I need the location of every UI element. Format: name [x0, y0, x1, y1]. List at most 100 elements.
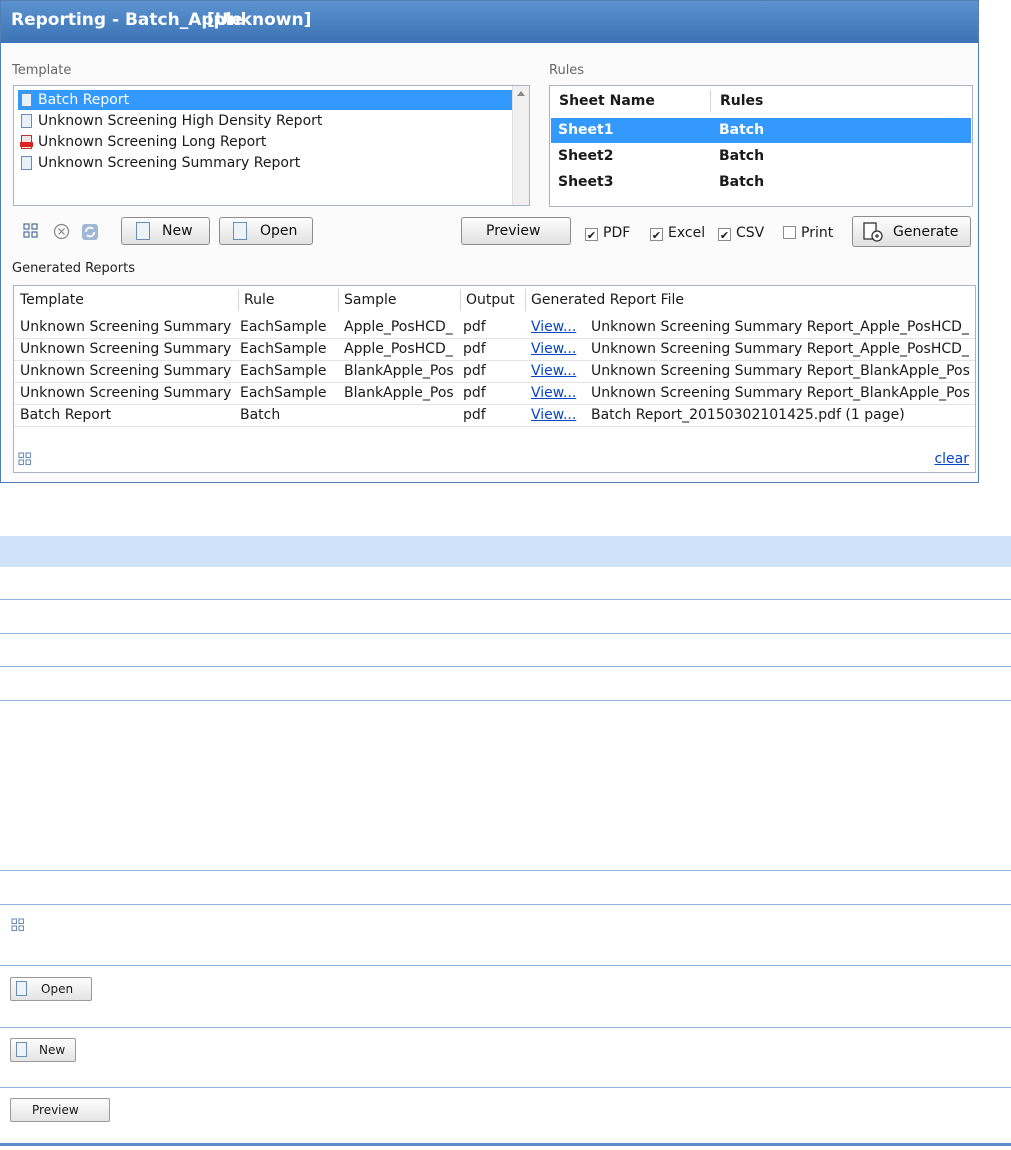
col-sample[interactable]: Sample	[344, 286, 397, 314]
generated-reports-label: Generated Reports	[12, 261, 135, 276]
template-item-high-density[interactable]: Unknown Screening High Density Report	[18, 111, 322, 131]
rules-cell-sheet: Sheet2	[558, 148, 614, 164]
template-item-batch-report[interactable]: Batch Report	[18, 90, 528, 110]
cell-sample: BlankApple_Pos	[344, 363, 454, 379]
pdf-icon	[20, 135, 33, 149]
cell-output: pdf	[463, 385, 486, 401]
template-item-label: Unknown Screening Summary Report	[38, 155, 301, 171]
view-link[interactable]: View...	[531, 383, 576, 404]
rules-cell-rule: Batch	[719, 148, 765, 164]
open-template-button[interactable]: Open	[219, 217, 313, 245]
template-item-label: Unknown Screening Long Report	[38, 134, 267, 150]
column-chooser-icon[interactable]	[23, 223, 39, 243]
table-row-divider	[0, 965, 1011, 966]
rules-col-sheet-name[interactable]: Sheet Name	[559, 86, 655, 116]
new-button-label: New	[162, 223, 193, 239]
generate-button[interactable]: Generate	[852, 216, 971, 247]
report-row[interactable]: Unknown Screening Summary EachSample App…	[14, 339, 975, 361]
cell-rule: Batch	[240, 407, 281, 423]
report-template-icon	[21, 93, 32, 107]
csv-checkbox[interactable]: ✔ CSV	[718, 223, 764, 243]
open-button-sample[interactable]: Open	[10, 977, 92, 1001]
template-list-scrollbar[interactable]	[512, 86, 529, 205]
open-button-sample-label: Open	[41, 982, 74, 996]
rules-cell-rule: Batch	[719, 122, 765, 138]
col-generated-file[interactable]: Generated Report File	[531, 286, 684, 314]
report-row[interactable]: Unknown Screening Summary EachSample Bla…	[14, 383, 975, 405]
table-row-divider	[0, 870, 1011, 871]
col-template[interactable]: Template	[20, 286, 84, 314]
view-link[interactable]: View...	[531, 339, 576, 360]
delete-icon[interactable]	[53, 223, 70, 244]
checkbox-box[interactable]: ✔	[650, 228, 663, 242]
cell-sample: Apple_PosHCD_	[344, 319, 453, 335]
template-item-label: Unknown Screening High Density Report	[38, 113, 323, 129]
table-row-divider	[0, 700, 1011, 701]
preview-button-sample[interactable]: Preview	[10, 1098, 110, 1122]
table-row-divider	[0, 599, 1011, 600]
refresh-icon[interactable]	[81, 223, 99, 245]
template-item-long-report[interactable]: Unknown Screening Long Report	[18, 132, 266, 152]
report-template-icon	[21, 114, 32, 128]
pdf-checkbox-label: PDF	[603, 225, 631, 241]
new-template-button[interactable]: New	[121, 217, 210, 245]
view-link[interactable]: View...	[531, 361, 576, 382]
rules-col-rules[interactable]: Rules	[720, 86, 763, 116]
cell-rule: EachSample	[240, 363, 327, 379]
cell-output: pdf	[463, 341, 486, 357]
cell-file: Batch Report_20150302101425.pdf (1 page)	[591, 407, 905, 423]
scroll-up-arrow-icon[interactable]	[517, 91, 525, 96]
report-template-icon	[21, 156, 32, 170]
new-document-icon	[16, 1042, 27, 1057]
new-button-sample[interactable]: New	[10, 1038, 76, 1062]
table-header-band	[0, 536, 1011, 567]
pdf-checkbox[interactable]: ✔ PDF	[585, 223, 630, 243]
column-divider	[338, 289, 339, 311]
column-chooser-icon	[11, 917, 25, 936]
template-list[interactable]: Batch Report Unknown Screening High Dens…	[13, 85, 530, 206]
column-divider	[460, 289, 461, 311]
open-document-icon	[16, 981, 27, 996]
cell-file: Unknown Screening Summary Report_BlankAp…	[591, 363, 970, 379]
rules-row[interactable]: Sheet1 Batch	[551, 118, 971, 143]
column-divider	[525, 289, 526, 311]
generated-reports-grid[interactable]: Template Rule Sample Output Generated Re…	[13, 285, 976, 473]
open-button-label: Open	[260, 223, 298, 239]
cell-template: Unknown Screening Summary	[20, 319, 232, 335]
clear-link[interactable]: clear	[934, 451, 969, 467]
col-rule[interactable]: Rule	[244, 286, 274, 314]
cell-template: Unknown Screening Summary	[20, 341, 232, 357]
report-row[interactable]: Batch Report Batch pdf View... Batch Rep…	[14, 405, 975, 427]
title-bar: Reporting - Batch_Apple [Unknown]	[1, 1, 978, 43]
table-bottom-border	[0, 1143, 1011, 1146]
report-row[interactable]: Unknown Screening Summary EachSample Bla…	[14, 361, 975, 383]
rules-row[interactable]: Sheet3 Batch	[551, 170, 971, 195]
generate-icon	[863, 222, 883, 246]
view-link[interactable]: View...	[531, 405, 576, 426]
excel-checkbox[interactable]: ✔ Excel	[650, 223, 705, 243]
grid-column-chooser-icon[interactable]	[18, 451, 32, 470]
cell-sample: Apple_PosHCD_	[344, 341, 453, 357]
report-row[interactable]: Unknown Screening Summary EachSample App…	[14, 317, 975, 339]
rules-row[interactable]: Sheet2 Batch	[551, 144, 971, 169]
template-item-summary-report[interactable]: Unknown Screening Summary Report	[18, 153, 300, 173]
checkbox-box[interactable]: ✔	[585, 228, 598, 242]
rules-group-label: Rules	[549, 63, 585, 78]
rules-cell-sheet: Sheet1	[558, 122, 614, 138]
cell-sample: BlankApple_Pos	[344, 385, 454, 401]
checkbox-box[interactable]	[783, 226, 796, 239]
cell-template: Unknown Screening Summary	[20, 363, 232, 379]
col-output[interactable]: Output	[466, 286, 515, 314]
print-checkbox[interactable]: Print	[783, 223, 833, 243]
cell-rule: EachSample	[240, 341, 327, 357]
table-row-divider	[0, 666, 1011, 667]
reporting-window: Reporting - Batch_Apple [Unknown] Templa…	[0, 0, 979, 483]
new-document-icon	[136, 222, 150, 240]
checkbox-box[interactable]: ✔	[718, 228, 731, 242]
print-checkbox-label: Print	[801, 225, 834, 241]
rules-cell-sheet: Sheet3	[558, 174, 614, 190]
rules-grid[interactable]: Sheet Name Rules Sheet1 Batch Sheet2 Bat…	[549, 85, 973, 207]
column-divider	[710, 90, 711, 112]
preview-button[interactable]: Preview	[461, 217, 571, 245]
view-link[interactable]: View...	[531, 317, 576, 338]
